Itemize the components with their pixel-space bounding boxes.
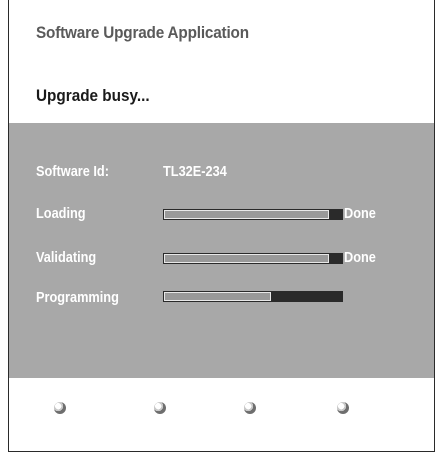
progress-fill-programming <box>164 292 271 301</box>
software-id-value: TL32E-234 <box>163 163 227 180</box>
progress-bar-validating <box>163 253 343 264</box>
step-label-validating: Validating <box>36 249 97 266</box>
upgrade-status: Upgrade busy... <box>36 86 150 105</box>
step-label-programming: Programming <box>36 289 119 306</box>
step-status-loading: Done <box>344 205 376 222</box>
step-label-loading: Loading <box>36 205 86 222</box>
progress-fill-loading <box>164 210 329 219</box>
progress-fill-validating <box>164 254 329 263</box>
green-button-icon[interactable] <box>154 402 166 414</box>
red-button-icon[interactable] <box>54 402 66 414</box>
yellow-button-icon[interactable] <box>244 402 256 414</box>
progress-bar-loading <box>163 209 343 220</box>
app-title: Software Upgrade Application <box>36 23 249 42</box>
progress-bar-programming <box>163 291 343 302</box>
blue-button-icon[interactable] <box>337 402 349 414</box>
software-id-label: Software Id: <box>36 163 109 180</box>
step-status-validating: Done <box>344 249 376 266</box>
